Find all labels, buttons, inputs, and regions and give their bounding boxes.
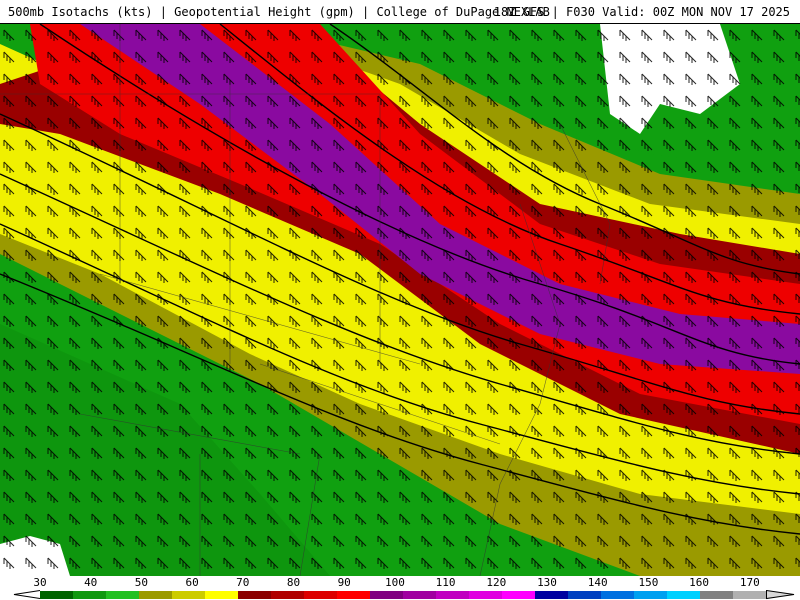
product-title: 500mb Isotachs (kts) | Geopotential Heig…: [8, 5, 550, 19]
colorbar-left-arrow: [13, 590, 41, 599]
colorbar-swatch: [337, 591, 370, 599]
colorbar-swatch: [172, 591, 205, 599]
colorbar-swatch: [205, 591, 238, 599]
colorbar-swatch: [469, 591, 502, 599]
colorbar-tick-100: 100: [384, 576, 405, 589]
colorbar-swatch: [304, 591, 337, 599]
colorbar-tick-80: 80: [286, 576, 301, 589]
colorbar-tick-50: 50: [134, 576, 149, 589]
colorbar-tick-40: 40: [84, 576, 98, 589]
colorbar-swatch: [106, 591, 139, 599]
colorbar-tick-140: 140: [587, 576, 608, 589]
colorbar-swatch: [535, 591, 568, 599]
colorbar-swatch: [502, 591, 535, 599]
colorbar-swatches: [40, 591, 766, 599]
model-valid-time: 18Z GFS | F030 Valid: 00Z MON NOV 17 202…: [493, 5, 790, 19]
colorbar-tick-110: 110: [435, 576, 456, 589]
colorbar-tick-170: 170: [739, 576, 760, 589]
isotach-map: [0, 24, 800, 576]
colorbar-swatch: [139, 591, 172, 599]
colorbar-swatch: [667, 591, 700, 599]
colorbar-tick-130: 130: [537, 576, 557, 589]
title-bar: 500mb Isotachs (kts) | Geopotential Heig…: [0, 0, 800, 24]
colorbar-swatch: [40, 591, 73, 599]
colorbar-right-arrow: [766, 590, 795, 600]
colorbar-swatch: [271, 591, 304, 599]
colorbar-tick-60: 60: [185, 576, 199, 589]
colorbar-swatch: [568, 591, 601, 599]
map-viewer: 500mb Isotachs (kts) | Geopotential Heig…: [0, 0, 800, 600]
colorbar-swatch: [238, 591, 271, 599]
colorbar-swatch: [700, 591, 733, 599]
colorbar-swatch: [403, 591, 436, 599]
colorbar-tick-120: 120: [486, 576, 507, 589]
colorbar-tick-30: 30: [33, 576, 47, 589]
colorbar-tick-70: 70: [236, 576, 250, 589]
colorbar-swatch: [370, 591, 403, 599]
colorbar: 30 40 50 60 70 80 90 100 110 120 130 140 150 160 170: [0, 576, 800, 600]
colorbar-swatch: [73, 591, 106, 599]
colorbar-tick-90: 90: [337, 576, 351, 589]
colorbar-swatch: [634, 591, 667, 599]
colorbar-swatch: [436, 591, 469, 599]
colorbar-tick-160: 160: [689, 576, 710, 589]
colorbar-swatch: [601, 591, 634, 599]
colorbar-swatch: [733, 591, 766, 599]
colorbar-tick-150: 150: [638, 576, 659, 589]
